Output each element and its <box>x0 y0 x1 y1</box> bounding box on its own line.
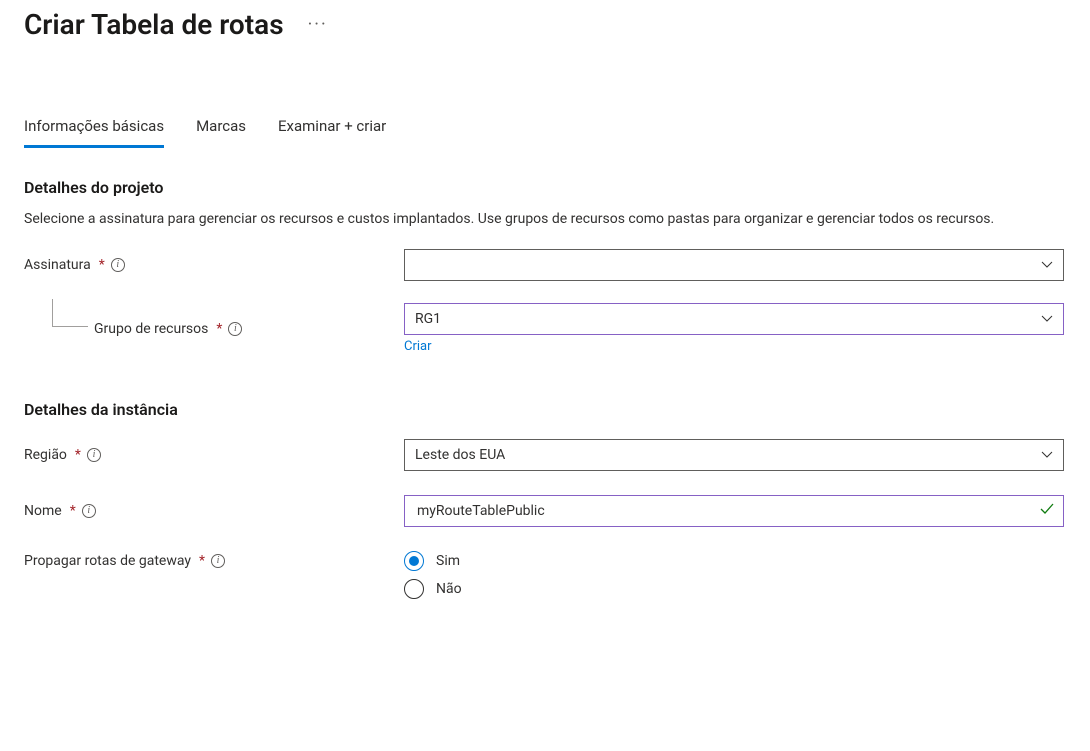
radio-yes[interactable]: Sim <box>404 551 1064 571</box>
subscription-label: Assinatura <box>24 257 91 273</box>
instance-details-heading: Detalhes da instância <box>24 400 1066 419</box>
subscription-select[interactable] <box>404 249 1064 281</box>
check-icon <box>1039 501 1055 521</box>
tabs: Informações básicas Marcas Examinar + cr… <box>24 111 1066 148</box>
resource-group-value: RG1 <box>415 311 441 327</box>
page-title: Criar Tabela de rotas <box>24 8 284 41</box>
required-icon: * <box>99 257 105 273</box>
radio-no[interactable]: Não <box>404 579 1064 599</box>
required-icon: * <box>216 321 222 337</box>
radio-no-label: Não <box>436 581 462 597</box>
tab-basics[interactable]: Informações básicas <box>24 111 164 148</box>
chevron-down-icon <box>1041 315 1053 323</box>
name-input[interactable] <box>415 502 1031 520</box>
more-icon[interactable]: ··· <box>308 14 328 35</box>
radio-circle-icon <box>404 551 424 571</box>
region-row: Região * i Leste dos EUA <box>24 439 1066 471</box>
tab-review[interactable]: Examinar + criar <box>278 111 386 148</box>
indent-line <box>52 299 88 327</box>
create-rg-link[interactable]: Criar <box>404 339 432 354</box>
chevron-down-icon <box>1041 451 1053 459</box>
info-icon[interactable]: i <box>87 448 101 462</box>
resource-group-select[interactable]: RG1 <box>404 303 1064 335</box>
info-icon[interactable]: i <box>211 554 225 568</box>
name-input-wrapper <box>404 495 1064 527</box>
resource-group-label: Grupo de recursos <box>94 321 208 337</box>
project-details-section: Detalhes do projeto Selecione a assinatu… <box>24 178 1066 354</box>
resource-group-row: Grupo de recursos * i RG1 Criar <box>24 303 1066 354</box>
propagate-row: Propagar rotas de gateway * i Sim Não <box>24 551 1066 599</box>
propagate-radio-group: Sim Não <box>404 551 1064 599</box>
project-details-description: Selecione a assinatura para gerenciar os… <box>24 209 1024 229</box>
name-row: Nome * i <box>24 495 1066 527</box>
subscription-row: Assinatura * i <box>24 249 1066 281</box>
propagate-label: Propagar rotas de gateway <box>24 553 191 569</box>
region-value: Leste dos EUA <box>415 447 505 463</box>
instance-details-section: Detalhes da instância Região * i Leste d… <box>24 400 1066 599</box>
info-icon[interactable]: i <box>111 258 125 272</box>
required-icon: * <box>70 503 76 519</box>
region-select[interactable]: Leste dos EUA <box>404 439 1064 471</box>
info-icon[interactable]: i <box>228 322 242 336</box>
name-label: Nome <box>24 503 62 519</box>
required-icon: * <box>199 553 205 569</box>
radio-yes-label: Sim <box>436 553 460 569</box>
chevron-down-icon <box>1041 261 1053 269</box>
tab-tags[interactable]: Marcas <box>196 111 246 148</box>
radio-dot-icon <box>409 556 419 566</box>
info-icon[interactable]: i <box>82 504 96 518</box>
region-label: Região <box>24 447 67 463</box>
radio-circle-icon <box>404 579 424 599</box>
project-details-heading: Detalhes do projeto <box>24 178 1066 197</box>
required-icon: * <box>75 447 81 463</box>
